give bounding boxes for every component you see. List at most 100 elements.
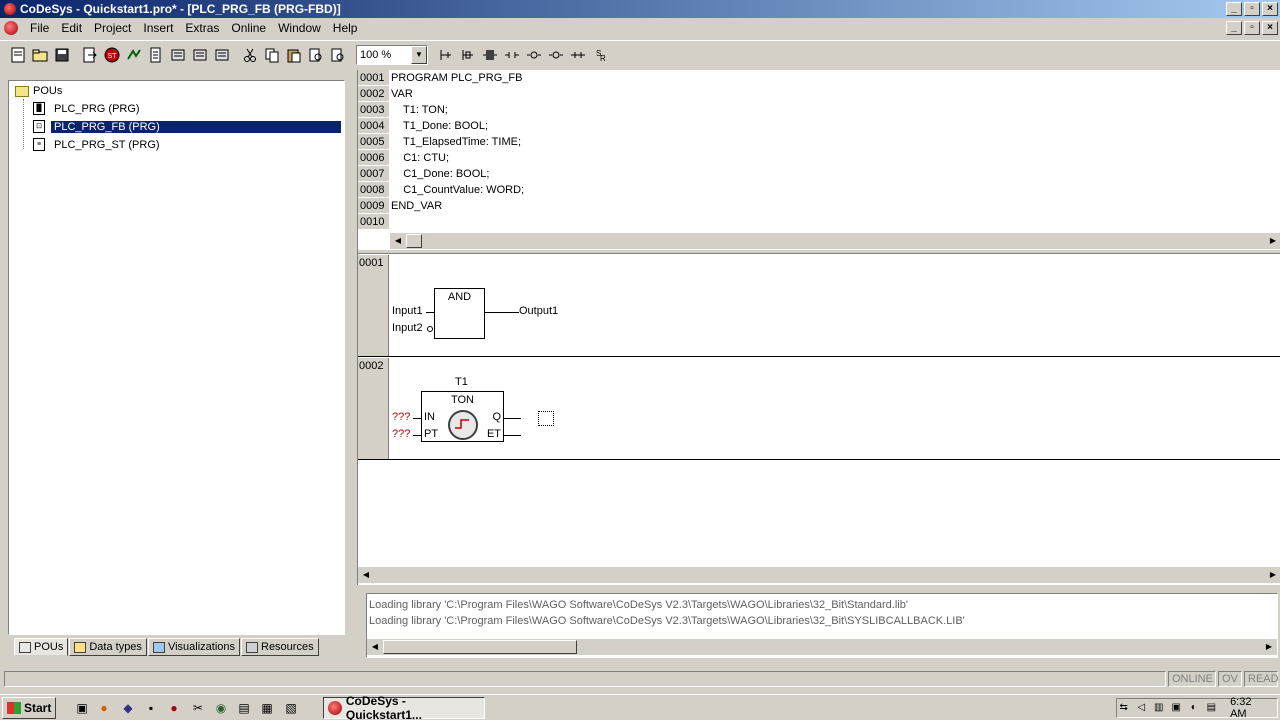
editor-splitter[interactable] (358, 250, 1280, 254)
code-text[interactable]: T1_ElapsedTime: TIME; (389, 136, 521, 148)
start-button[interactable]: Start (2, 697, 56, 719)
tree-item-plc-prg-st[interactable]: ≡ PLC_PRG_ST (PRG) (33, 136, 163, 153)
close-button[interactable]: × (1262, 2, 1278, 16)
menu-insert[interactable]: Insert (137, 21, 179, 35)
body-hscrollbar[interactable]: ◀ ▶ (358, 567, 1280, 583)
tree-item-plc-prg[interactable]: ▐▌ PLC_PRG (PRG) (33, 100, 143, 117)
declaration-editor[interactable]: 0001 PROGRAM PLC_PRG_FB 0002 VAR 0003 T1: … (358, 70, 1280, 233)
show-desktop-icon[interactable]: ▣ (74, 700, 90, 716)
scroll-left-icon[interactable]: ◀ (390, 233, 406, 249)
app3-icon[interactable]: ▤ (236, 700, 252, 716)
return-icon[interactable] (568, 45, 588, 65)
login-icon[interactable] (80, 45, 100, 65)
open-folder-icon[interactable] (30, 45, 50, 65)
volume-icon[interactable]: ◁ (1134, 701, 1148, 715)
instance-name[interactable]: T1 (455, 376, 468, 388)
codesys-quick-icon[interactable]: ● (166, 700, 182, 716)
tab-pous[interactable]: POUs (14, 638, 69, 656)
clock[interactable]: 6:32 AM (1230, 696, 1269, 720)
document-icon[interactable] (4, 21, 18, 35)
scroll-left-icon[interactable]: ◀ (367, 639, 383, 655)
tab-data-types[interactable]: Data types (69, 638, 147, 656)
app2-icon[interactable]: ◉ (213, 700, 229, 716)
unassigned-in-variable[interactable]: ??? (392, 411, 410, 423)
output-placeholder[interactable] (538, 411, 554, 426)
tool-icon[interactable]: ✂ (190, 700, 206, 716)
output1-variable[interactable]: Output1 (519, 305, 558, 317)
input2-variable[interactable]: Input2 (392, 322, 423, 334)
tree-item-plc-prg-fb[interactable]: ⊡ PLC_PRG_FB (PRG) (33, 118, 341, 135)
menu-online[interactable]: Online (225, 21, 272, 35)
code-text[interactable]: END_VAR (389, 200, 442, 212)
scroll-right-icon[interactable]: ▶ (1265, 567, 1280, 583)
unassigned-pt-variable[interactable]: ??? (392, 428, 410, 440)
app5-icon[interactable]: ▧ (283, 700, 299, 716)
tab-visualizations[interactable]: Visualizations (147, 638, 240, 656)
code-text[interactable]: T1: TON; (389, 104, 448, 116)
scroll-thumb[interactable] (383, 640, 577, 654)
run-icon[interactable] (124, 45, 144, 65)
find-next-icon[interactable] (328, 45, 348, 65)
maximize-button[interactable]: ▫ (1244, 2, 1260, 16)
jump-icon[interactable] (546, 45, 566, 65)
tray-app4-icon[interactable]: ▤ (1205, 701, 1219, 715)
menu-project[interactable]: Project (88, 21, 137, 35)
set-reset-icon[interactable]: SR (590, 45, 610, 65)
code-line[interactable]: 0004 T1_Done: BOOL; (358, 118, 1280, 134)
message-window[interactable]: Loading library 'C:\Program Files\WAGO S… (366, 593, 1278, 658)
input1-variable[interactable]: Input1 (392, 305, 423, 317)
code-text[interactable]: VAR (389, 88, 413, 100)
menu-help[interactable]: Help (327, 21, 364, 35)
network-0001[interactable]: 0001 AND Input1 Input2 Output1 (358, 255, 1280, 357)
app4-icon[interactable]: ▦ (259, 700, 275, 716)
code-line[interactable]: 0002 VAR (358, 86, 1280, 102)
code-line[interactable]: 0010 (358, 214, 1280, 230)
force-values-icon[interactable] (212, 45, 232, 65)
menu-file[interactable]: File (24, 21, 55, 35)
code-line[interactable]: 0008 C1_CountValue: WORD; (358, 182, 1280, 198)
code-line[interactable]: 0005 T1_ElapsedTime: TIME; (358, 134, 1280, 150)
tray-app2-icon[interactable]: ▣ (1170, 701, 1184, 715)
menu-extras[interactable]: Extras (179, 21, 225, 35)
copy-icon[interactable] (262, 45, 282, 65)
tree-root-pous[interactable]: POUs (15, 85, 62, 97)
code-line[interactable]: 0007 C1_Done: BOOL; (358, 166, 1280, 182)
stop-icon[interactable]: ST (102, 45, 122, 65)
declaration-hscrollbar[interactable]: ◀ ▶ (390, 233, 1280, 249)
network-icon[interactable]: ⇆ (1117, 701, 1131, 715)
command-prompt-icon[interactable]: ▪ (143, 700, 159, 716)
scroll-thumb[interactable] (406, 234, 422, 248)
network-before-icon[interactable] (436, 45, 456, 65)
code-text[interactable]: C1: CTU; (389, 152, 449, 164)
network-0002[interactable]: 0002 T1 TON IN PT Q ET ??? ??? (358, 358, 1280, 460)
tray-app3-icon[interactable]: ◐ (1187, 701, 1201, 715)
menu-edit[interactable]: Edit (55, 21, 88, 35)
doc-restore-button[interactable]: ▫ (1244, 21, 1260, 35)
zoom-select[interactable]: 100 % ▼ (356, 44, 428, 65)
save-icon[interactable] (52, 45, 72, 65)
code-line[interactable]: 0001 PROGRAM PLC_PRG_FB (358, 70, 1280, 86)
task-codesys[interactable]: CoDeSys - Quickstart1... (323, 694, 485, 720)
box-icon[interactable] (480, 45, 500, 65)
chevron-down-icon[interactable]: ▼ (411, 45, 427, 64)
code-text[interactable]: PROGRAM PLC_PRG_FB (389, 72, 522, 84)
scroll-left-icon[interactable]: ◀ (358, 567, 374, 583)
code-text[interactable]: C1_CountValue: WORD; (389, 184, 524, 196)
and-block[interactable]: AND (434, 288, 485, 339)
tray-app-icon[interactable]: ▥ (1152, 701, 1166, 715)
menu-window[interactable]: Window (272, 21, 327, 35)
code-text[interactable]: T1_Done: BOOL; (389, 120, 488, 132)
app-icon[interactable]: ◆ (120, 700, 136, 716)
input-icon[interactable] (502, 45, 522, 65)
firefox-icon[interactable]: ● (96, 700, 112, 716)
code-line[interactable]: 0003 T1: TON; (358, 102, 1280, 118)
doc-minimize-button[interactable]: _ (1226, 21, 1242, 35)
code-line[interactable]: 0006 C1: CTU; (358, 150, 1280, 166)
code-line[interactable]: 0009 END_VAR (358, 198, 1280, 214)
scroll-right-icon[interactable]: ▶ (1265, 233, 1280, 249)
scroll-right-icon[interactable]: ▶ (1261, 639, 1277, 655)
output-icon[interactable] (524, 45, 544, 65)
message-hscrollbar[interactable]: ◀ ▶ (367, 639, 1277, 655)
cut-icon[interactable] (240, 45, 260, 65)
code-text[interactable]: C1_Done: BOOL; (389, 168, 489, 180)
